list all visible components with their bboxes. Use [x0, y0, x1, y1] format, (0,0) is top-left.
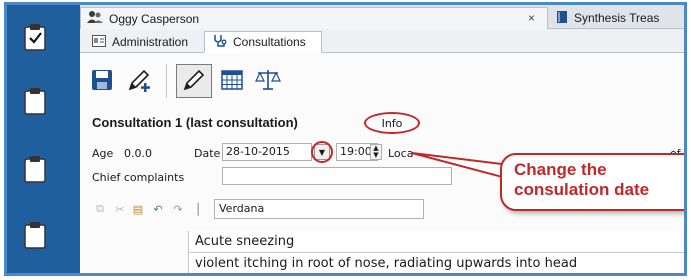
- tab-synthesis-label: Synthesis Treas: [574, 11, 660, 25]
- age-label: Age: [92, 147, 114, 160]
- annotation-callout: Change the consulation date: [500, 153, 684, 211]
- scales-icon: [255, 68, 281, 95]
- cut-icon[interactable]: ✂: [112, 201, 128, 217]
- tab-patient[interactable]: Oggy Casperson ×: [80, 7, 548, 29]
- clipboard-icon[interactable]: [23, 221, 47, 249]
- balance-button[interactable]: [254, 68, 282, 94]
- book-icon: [556, 10, 568, 27]
- tab-administration-label: Administration: [112, 35, 189, 49]
- font-select[interactable]: Verdana: [214, 199, 424, 219]
- tab-administration[interactable]: Administration: [84, 31, 202, 53]
- calendar-button[interactable]: [218, 68, 246, 94]
- new-consultation-button[interactable]: [126, 68, 154, 94]
- tab-synthesis[interactable]: Synthesis Treas: [550, 7, 684, 29]
- info-button[interactable]: Info: [364, 112, 420, 134]
- close-tab-button[interactable]: ×: [528, 11, 535, 25]
- clipboard-icon[interactable]: [23, 87, 47, 115]
- undo-icon[interactable]: ↶: [150, 201, 166, 217]
- id-card-icon: [92, 34, 106, 50]
- left-sidebar: [7, 5, 69, 273]
- editor-line[interactable]: violent itching in root of nose, radiati…: [189, 253, 684, 273]
- clipboard-checked-icon[interactable]: [23, 23, 47, 51]
- consultation-toolbar: [80, 54, 684, 104]
- clipboard-icon[interactable]: [23, 155, 47, 183]
- redo-icon[interactable]: ↷: [170, 201, 186, 217]
- main-panel: Oggy Casperson × Synthesis Treas Adminis…: [80, 5, 684, 273]
- pencil-add-icon: [127, 68, 153, 95]
- section-tab-bar: Administration Consultations: [80, 29, 684, 53]
- paste-icon[interactable]: ▤: [130, 201, 146, 217]
- pencil-icon: [182, 68, 206, 95]
- age-value: 0.0.0: [124, 147, 152, 160]
- tab-patient-label: Oggy Casperson: [109, 11, 200, 26]
- app-frame: Oggy Casperson × Synthesis Treas Adminis…: [4, 2, 687, 276]
- window-tab-bar: Oggy Casperson × Synthesis Treas: [80, 5, 684, 29]
- stethoscope-icon: [213, 34, 227, 51]
- callout-line-2: consulation date: [514, 180, 650, 199]
- editor-line[interactable]: Acute sneezing: [189, 231, 684, 253]
- patient-icon: [87, 10, 103, 27]
- callout-line-1: Change the: [514, 160, 607, 179]
- save-icon: [91, 69, 113, 94]
- toolbar-divider: [166, 64, 167, 98]
- tab-consultations-label: Consultations: [233, 35, 306, 49]
- copy-icon[interactable]: ⧉: [92, 201, 108, 217]
- date-dropdown-highlight: [311, 141, 333, 163]
- date-label: Date: [194, 147, 221, 160]
- edit-consultation-button[interactable]: [176, 64, 212, 98]
- consultation-title: Consultation 1 (last consultation): [92, 115, 298, 130]
- chief-complaints-label: Chief complaints: [92, 171, 185, 184]
- calendar-grid-icon: [221, 69, 243, 94]
- tab-consultations[interactable]: Consultations: [204, 31, 322, 53]
- save-button[interactable]: [88, 68, 116, 94]
- date-field[interactable]: 28-10-2015: [222, 143, 312, 161]
- complaints-editor[interactable]: Acute sneezing violent itching in root o…: [188, 231, 684, 273]
- time-spinner[interactable]: ▲ ▼: [370, 144, 382, 160]
- toolbar-divider: │: [194, 202, 202, 216]
